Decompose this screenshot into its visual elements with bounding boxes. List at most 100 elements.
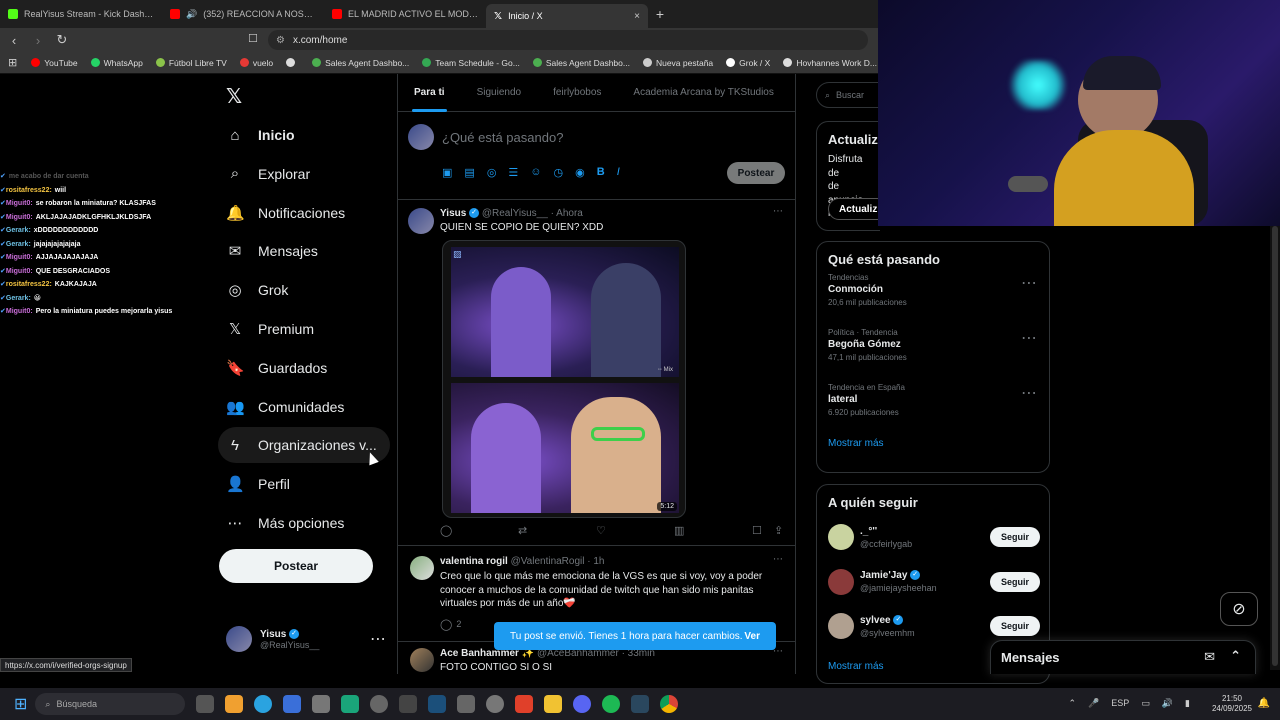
trend-item[interactable]: Política · Tendencia Begoña Gómez 47,1 mil… (817, 328, 1049, 383)
nav-item-more[interactable]: ⋯ Más opciones (218, 505, 390, 541)
more-icon[interactable]: ⋯ (370, 629, 386, 649)
battery-icon[interactable]: ▮ (1185, 698, 1190, 709)
bookmark-icon[interactable]: ☐ (752, 524, 762, 537)
bookmark-item[interactable]: Nueva pestaña (642, 58, 713, 68)
volume-icon[interactable]: 🔊 (1162, 698, 1173, 709)
bookmark-item[interactable]: vuelo (239, 58, 273, 68)
language-indicator[interactable]: ESP (1111, 698, 1129, 709)
nav-item-home[interactable]: ⌂ Inicio (218, 117, 390, 153)
account-switcher[interactable]: Yisus ✓ @RealYisus__ ⋯ (226, 626, 386, 652)
tab-academia-arcana[interactable]: Academia Arcana by TKStudios (617, 74, 789, 112)
x-logo-icon[interactable]: 𝕏 (226, 84, 242, 109)
file-icon[interactable] (196, 695, 215, 713)
nav-item-profile[interactable]: 👤 Perfil (218, 466, 390, 502)
tweet-author[interactable]: valentina rogil (440, 556, 508, 567)
bookmark-item[interactable]: Sales Agent Dashbo... (532, 58, 630, 68)
tab-kick-dashboard[interactable]: RealYisus Stream - Kick Dashboard (0, 0, 162, 28)
tab-feirlybobos[interactable]: feirlybobos (537, 74, 617, 112)
post-button[interactable]: Postear (219, 549, 373, 583)
apps-grid-icon[interactable]: ⊞ (8, 56, 17, 69)
back-icon[interactable]: ‹ (4, 33, 24, 48)
app-icon[interactable] (457, 695, 476, 713)
like-icon[interactable]: ♡ (596, 524, 606, 537)
new-tab-button[interactable]: + (648, 6, 672, 22)
tweet-media[interactable]: ▨ ◦◦ Mix 5:12 (442, 240, 686, 518)
trend-more-icon[interactable]: ⋯ (1021, 273, 1037, 293)
tab-for-you[interactable]: Para ti (398, 74, 461, 112)
tab-x-home[interactable]: 𝕏 Inicio / X × (486, 4, 648, 28)
trend-item[interactable]: Tendencias Conmoción 20,6 mil publicacione… (817, 273, 1049, 328)
bookmark-item[interactable]: Grok / X (726, 58, 770, 68)
toast-view-button[interactable]: Ver (744, 631, 760, 642)
nav-item-grok[interactable]: ◎ Grok (218, 272, 390, 308)
follow-suggestion[interactable]: ._°'' @ccfeirlygab Seguir (828, 519, 1040, 555)
site-info-icon[interactable]: ⚙ (276, 35, 285, 46)
poll-icon[interactable]: ☰ (508, 166, 518, 179)
location-icon[interactable]: ◉ (575, 166, 585, 179)
follow-show-more[interactable]: Mostrar más (817, 661, 895, 672)
notification-icon[interactable]: 🔔 (1258, 698, 1270, 709)
bookmark-item[interactable]: YouTube (31, 58, 78, 68)
store-icon[interactable] (312, 695, 331, 713)
grok-icon[interactable]: ◎ (487, 166, 497, 179)
gif-icon[interactable]: ▤ (464, 166, 474, 179)
reply-icon[interactable]: ◯ (440, 524, 452, 537)
views-icon[interactable]: ▥ (674, 524, 684, 537)
tab-youtube-nostradamus[interactable]: 🔊(352) REACCION A NOSTRADAMUS (162, 0, 324, 28)
compose-input[interactable]: ¿Qué está pasando? (442, 130, 563, 145)
audio-icon[interactable]: 🔊 (186, 9, 197, 20)
bookmark-item[interactable] (286, 58, 299, 67)
forward-icon[interactable]: › (28, 33, 48, 48)
tweet[interactable]: Yisus ✓ @RealYisus__ · Ahora ⋯ QUIEN SE … (398, 200, 795, 546)
follow-button[interactable]: Seguir (990, 571, 1040, 592)
trend-more-icon[interactable]: ⋯ (1021, 383, 1037, 403)
nav-item-bookmarks[interactable]: 🔖 Guardados (218, 350, 390, 386)
trends-show-more[interactable]: Mostrar más (817, 438, 1049, 449)
tweet-author[interactable]: Yisus (440, 208, 466, 219)
taskbar-clock[interactable]: 21:50 24/09/2025 (1212, 694, 1252, 714)
brave-icon[interactable] (515, 695, 534, 713)
media-image-bottom[interactable] (451, 383, 679, 513)
italic-icon[interactable]: I (617, 166, 620, 179)
follow-button[interactable]: Seguir (990, 527, 1040, 547)
tweet-handle[interactable]: @ValentinaRogil (511, 556, 585, 567)
discord-icon[interactable] (573, 695, 592, 713)
media-image-top[interactable]: ▨ ◦◦ Mix (451, 247, 679, 377)
reload-icon[interactable]: ↻ (52, 32, 72, 48)
tweet-more-icon[interactable]: ⋯ (773, 206, 783, 217)
follow-suggestion[interactable]: Jamie'Jay ✓ @jamiejaysheehan Seguir (828, 564, 1040, 600)
schedule-icon[interactable]: ◷ (554, 166, 564, 179)
tab-following[interactable]: Siguiendo (461, 74, 537, 112)
tweet-more-icon[interactable]: ⋯ (773, 554, 783, 565)
tweet-handle[interactable]: @RealYisus__ (482, 208, 548, 219)
url-field[interactable]: ⚙ x.com/home (268, 30, 868, 50)
app-icon[interactable] (283, 695, 302, 713)
emoji-icon[interactable]: ☺ (530, 166, 541, 179)
steam-icon[interactable] (631, 695, 650, 713)
network-icon[interactable]: ▭ (1141, 698, 1150, 709)
bookmark-item[interactable]: Hovhannes Work D... (783, 58, 877, 68)
follow-button[interactable]: Seguir (990, 616, 1040, 636)
nav-item-communities[interactable]: 👥 Comunidades (218, 389, 390, 425)
microphone-icon[interactable]: 🎤 (1088, 698, 1099, 709)
bold-icon[interactable]: B (597, 166, 605, 179)
nav-item-verified-orgs[interactable]: ϟ Organizaciones v... (218, 427, 390, 464)
share-icon[interactable]: ⇪ (774, 524, 783, 537)
bookmark-page-icon[interactable]: ☐ (248, 32, 258, 45)
nav-item-explore[interactable]: ⌕ Explorar (218, 156, 390, 192)
nav-item-premium[interactable]: 𝕏 Premium (218, 311, 390, 347)
app-icon[interactable] (225, 695, 244, 713)
nav-item-messages[interactable]: ✉ Mensajes (218, 233, 390, 269)
tab-youtube-madrid[interactable]: EL MADRID ACTIVO EL MODO "PRIMAVERA" (324, 0, 486, 28)
folder-icon[interactable] (544, 695, 563, 713)
app-icon[interactable] (399, 695, 418, 713)
close-tab-icon[interactable]: × (634, 11, 640, 22)
follow-suggestion[interactable]: sylvee ✓ @sylveemhm Seguir (828, 608, 1040, 644)
bookmark-item[interactable]: Fútbol Libre TV (155, 58, 227, 68)
windows-start-icon[interactable]: ⊞ (14, 694, 27, 714)
compose-post-button[interactable]: Postear (727, 162, 785, 184)
bookmark-item[interactable]: Sales Agent Dashbo... (312, 58, 409, 68)
spotify-icon[interactable] (602, 695, 621, 713)
bookmark-item[interactable]: Team Schedule - Go... (422, 58, 520, 68)
telegram-icon[interactable] (254, 695, 273, 713)
